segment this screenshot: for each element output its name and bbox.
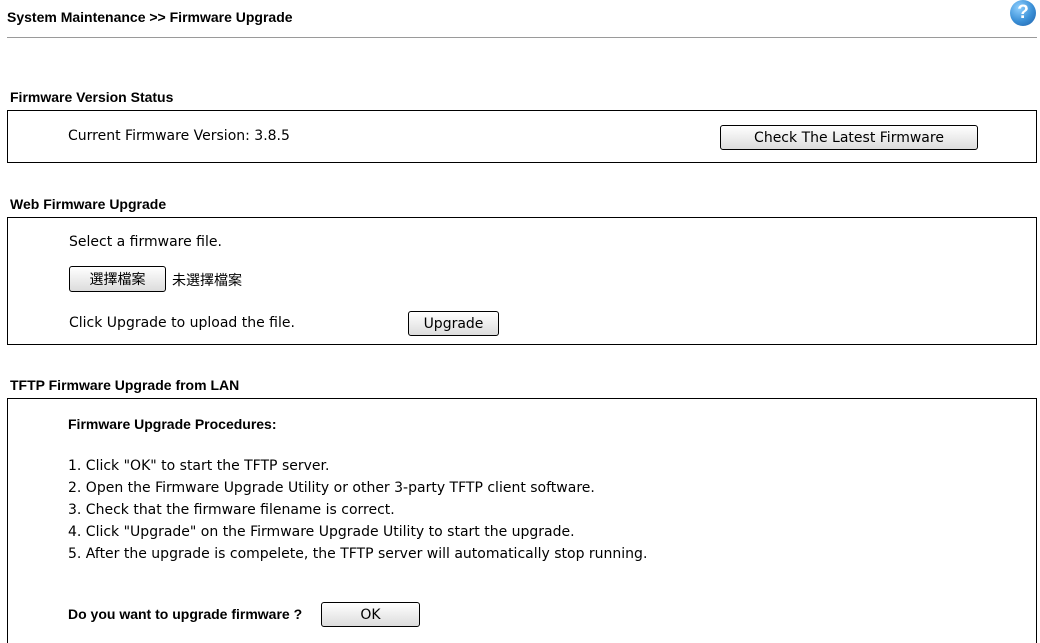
web-firmware-upgrade-title: Web Firmware Upgrade — [10, 196, 167, 212]
current-firmware-version-text: Current Firmware Version: 3.8.5 — [68, 128, 290, 144]
help-icon[interactable]: ? — [1010, 0, 1036, 26]
procedure-item: 1. Click "OK" to start the TFTP server. — [68, 458, 330, 474]
firmware-version-status-panel: Current Firmware Version: 3.8.5 Check Th… — [7, 110, 1037, 163]
procedure-item: 5. After the upgrade is compelete, the T… — [68, 546, 648, 562]
choose-file-button[interactable]: 選擇檔案 — [69, 266, 166, 292]
check-latest-firmware-button[interactable]: Check The Latest Firmware — [720, 125, 978, 150]
no-file-chosen-text: 未選擇檔案 — [172, 273, 242, 289]
select-firmware-file-text: Select a firmware file. — [69, 234, 222, 250]
procedure-item: 2. Open the Firmware Upgrade Utility or … — [68, 480, 595, 496]
ok-button[interactable]: OK — [321, 602, 420, 627]
web-firmware-upgrade-panel: Select a firmware file. 選擇檔案 未選擇檔案 Click… — [7, 217, 1037, 345]
click-upgrade-text: Click Upgrade to upload the file. — [69, 315, 295, 331]
tftp-firmware-upgrade-title: TFTP Firmware Upgrade from LAN — [10, 377, 240, 393]
firmware-version-status-title: Firmware Version Status — [10, 89, 174, 105]
upgrade-button[interactable]: Upgrade — [408, 311, 499, 336]
page-title: System Maintenance >> Firmware Upgrade — [7, 9, 293, 25]
procedures-title: Firmware Upgrade Procedures: — [68, 416, 277, 432]
procedure-item: 4. Click "Upgrade" on the Firmware Upgra… — [68, 524, 575, 540]
tftp-firmware-upgrade-panel: Firmware Upgrade Procedures: 1. Click "O… — [7, 398, 1037, 643]
upgrade-question-text: Do you want to upgrade firmware ? — [68, 606, 303, 622]
procedure-item: 3. Check that the firmware filename is c… — [68, 502, 395, 518]
title-divider — [7, 37, 1037, 38]
